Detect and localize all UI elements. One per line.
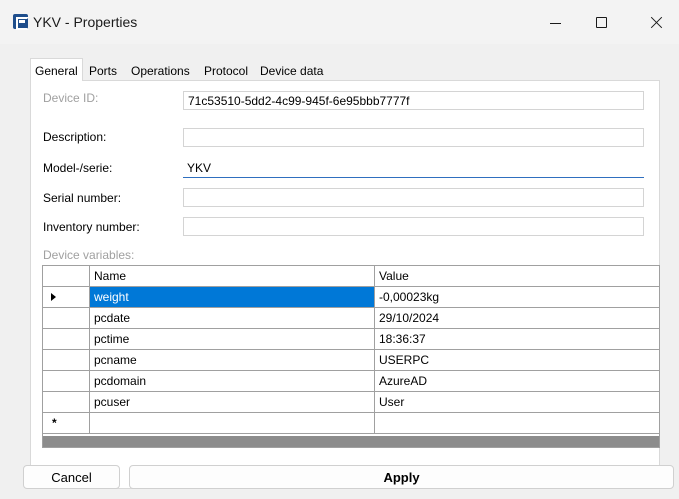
serial-number-label: Serial number: xyxy=(43,191,122,205)
tab-device-data[interactable]: Device data xyxy=(257,60,326,81)
row-header[interactable] xyxy=(43,371,90,392)
row-header[interactable] xyxy=(43,287,90,308)
cell-value[interactable]: 18:36:37 xyxy=(375,329,659,350)
table-row[interactable]: pcname USERPC xyxy=(43,350,659,371)
cell-name[interactable]: weight xyxy=(90,287,375,308)
cell-name[interactable]: pcuser xyxy=(90,392,375,413)
current-row-arrow-icon xyxy=(51,293,56,301)
tab-general[interactable]: General xyxy=(30,58,83,81)
description-field[interactable] xyxy=(183,128,644,147)
row-header-corner xyxy=(43,266,90,287)
minimize-button[interactable] xyxy=(532,0,578,44)
new-row[interactable]: * xyxy=(43,413,659,434)
cell-name[interactable] xyxy=(90,413,375,434)
tab-operations[interactable]: Operations xyxy=(128,60,193,81)
grid-body: Name Value weight -0,00023kg pcdate 29/1… xyxy=(43,266,659,436)
serial-number-field[interactable] xyxy=(183,188,644,207)
apply-button[interactable]: Apply xyxy=(129,465,674,489)
app-logo-icon xyxy=(13,14,29,30)
cell-value[interactable]: User xyxy=(375,392,659,413)
inventory-number-label: Inventory number: xyxy=(43,220,140,234)
window-title: YKV - Properties xyxy=(33,14,138,30)
row-header[interactable] xyxy=(43,350,90,371)
row-header[interactable]: * xyxy=(43,413,90,434)
maximize-icon xyxy=(595,16,607,28)
cell-value[interactable]: -0,00023kg xyxy=(375,287,659,308)
grid-header-row: Name Value xyxy=(43,266,659,287)
cell-name[interactable]: pcdomain xyxy=(90,371,375,392)
cell-name[interactable]: pcname xyxy=(90,350,375,371)
maximize-button[interactable] xyxy=(578,0,624,44)
row-header[interactable] xyxy=(43,329,90,350)
table-row[interactable]: pcuser User xyxy=(43,392,659,413)
tab-ports[interactable]: Ports xyxy=(86,60,120,81)
minimize-icon xyxy=(549,22,561,24)
title-bar: YKV - Properties xyxy=(0,0,679,44)
description-label: Description: xyxy=(43,130,107,144)
cell-value[interactable]: AzureAD xyxy=(375,371,659,392)
row-header[interactable] xyxy=(43,392,90,413)
cell-name[interactable]: pcdate xyxy=(90,308,375,329)
column-header-name[interactable]: Name xyxy=(90,266,375,287)
model-label: Model-/serie: xyxy=(43,161,113,175)
cancel-button[interactable]: Cancel xyxy=(23,465,120,489)
table-row[interactable]: pcdomain AzureAD xyxy=(43,371,659,392)
device-id-field[interactable] xyxy=(183,91,644,110)
table-row[interactable]: pctime 18:36:37 xyxy=(43,329,659,350)
cell-value[interactable]: 29/10/2024 xyxy=(375,308,659,329)
model-field[interactable] xyxy=(183,159,644,178)
close-icon xyxy=(650,16,663,29)
device-variables-grid[interactable]: Name Value weight -0,00023kg pcdate 29/1… xyxy=(42,265,660,448)
table-row[interactable]: weight -0,00023kg xyxy=(43,287,659,308)
device-id-label: Device ID: xyxy=(43,91,99,105)
cell-value[interactable]: USERPC xyxy=(375,350,659,371)
table-row[interactable]: pcdate 29/10/2024 xyxy=(43,308,659,329)
tab-protocol[interactable]: Protocol xyxy=(201,60,251,81)
device-variables-label: Device variables: xyxy=(43,248,135,262)
window-body: General Ports Operations Protocol Device… xyxy=(0,44,679,499)
new-row-star-icon: * xyxy=(52,416,57,430)
close-button[interactable] xyxy=(633,0,679,44)
cell-value[interactable] xyxy=(375,413,659,434)
row-header[interactable] xyxy=(43,308,90,329)
column-header-value[interactable]: Value xyxy=(375,266,659,287)
inventory-number-field[interactable] xyxy=(183,217,644,236)
cell-name[interactable]: pctime xyxy=(90,329,375,350)
